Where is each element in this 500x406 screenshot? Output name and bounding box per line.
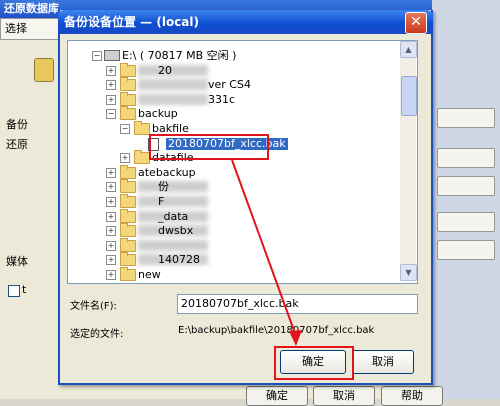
annotation-arrow [231,159,302,346]
